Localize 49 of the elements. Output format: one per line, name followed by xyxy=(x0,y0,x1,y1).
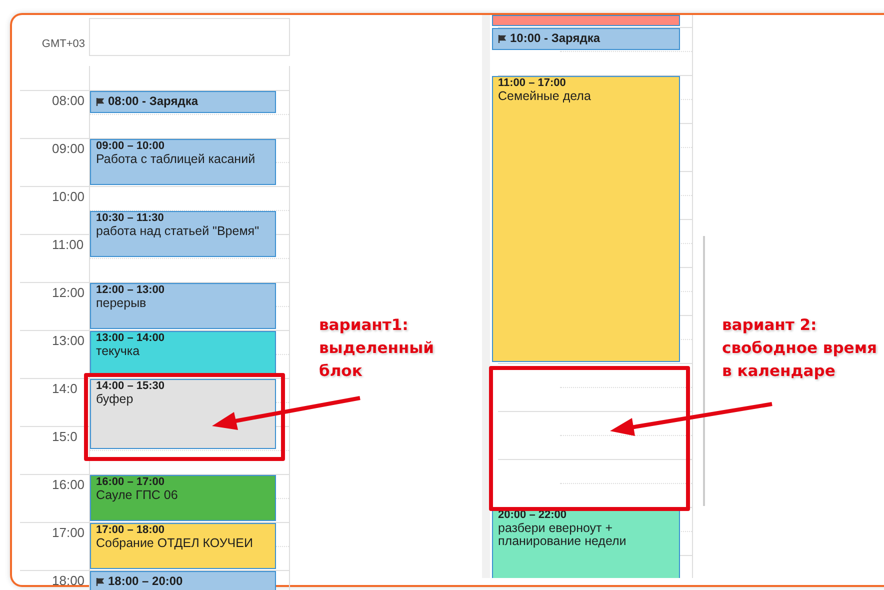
flag-icon xyxy=(498,34,506,42)
event-time: 17:00 – 18:00 xyxy=(96,524,166,537)
event-time: 13:00 – 14:00 xyxy=(96,332,166,345)
calendar-event[interactable]: 18:00 – 20:00 xyxy=(90,571,276,590)
event-title: Собрание ОТДЕЛ КОУЧЕИ xyxy=(96,537,254,550)
event-title: буфер xyxy=(96,393,134,406)
calendar-event[interactable]: 09:00 – 10:00 Работа с таблицей касаний xyxy=(90,139,276,185)
event-title: перерыв xyxy=(96,297,148,310)
calendar-event[interactable]: 12:00 – 13:00 перерыв xyxy=(90,283,276,329)
flag-icon xyxy=(96,98,104,106)
event-time: 16:00 – 17:00 xyxy=(96,476,166,489)
hour-label: 14:0 xyxy=(52,382,78,395)
event-title: текучка xyxy=(96,345,141,358)
event-title: Семейные дела xyxy=(498,90,592,103)
annotation-text: вариант 2: свободное время в календаре xyxy=(722,315,877,382)
event-title: 08:00 - Зарядка xyxy=(108,95,198,108)
calendar-event[interactable]: 16:00 – 17:00 Сауле ГПС 06 xyxy=(90,475,276,521)
calendar-event[interactable]: 08:00 - Зарядка xyxy=(90,91,276,113)
event-time: 14:00 – 15:30 xyxy=(96,380,166,393)
hour-label: 08:00 xyxy=(52,94,85,107)
hour-label: 17:00 xyxy=(52,526,85,539)
calendar-event[interactable]: 10:00 - Зарядка xyxy=(492,28,680,50)
event-title: Сауле ГПС 06 xyxy=(96,489,179,502)
timezone-label: GMT+03 xyxy=(42,36,85,52)
annotation-text: вариант1: выделенный блок xyxy=(319,315,434,382)
event-title: работа над статьей "Время" xyxy=(96,225,260,238)
flag-icon xyxy=(96,578,104,586)
hour-label: 09:00 xyxy=(52,142,85,155)
calendar-event[interactable] xyxy=(492,15,680,26)
hour-label: 10:00 xyxy=(52,190,85,203)
hour-label: 18:00 xyxy=(52,574,85,587)
hour-label: 11:00 xyxy=(52,238,84,251)
hour-label: 16:00 xyxy=(52,478,85,491)
calendar-event[interactable]: 11:00 – 17:00 Семейные дела xyxy=(492,76,680,362)
event-time: 12:00 – 13:00 xyxy=(96,284,166,297)
event-title: 10:00 - Зарядка xyxy=(510,32,600,45)
event-title: разбери еверноут + планирование недели xyxy=(498,522,628,548)
all-day-area[interactable] xyxy=(89,18,290,56)
hour-label: 15:0 xyxy=(52,430,78,443)
calendar-event[interactable]: 17:00 – 18:00 Собрание ОТДЕЛ КОУЧЕИ xyxy=(90,523,276,569)
hour-label: 12:00 xyxy=(52,286,85,299)
calendar-event[interactable]: 14:00 – 15:30 буфер xyxy=(90,379,276,449)
calendar-event[interactable]: 10:30 – 11:30 работа над статьей "Время" xyxy=(90,211,276,257)
event-title: 18:00 – 20:00 xyxy=(108,575,183,588)
event-time: 10:30 – 11:30 xyxy=(96,212,165,225)
hour-label: 13:00 xyxy=(52,334,85,347)
event-time: 11:00 – 17:00 xyxy=(498,77,567,90)
event-time: 09:00 – 10:00 xyxy=(96,140,166,153)
event-title: Работа с таблицей касаний xyxy=(96,153,256,166)
